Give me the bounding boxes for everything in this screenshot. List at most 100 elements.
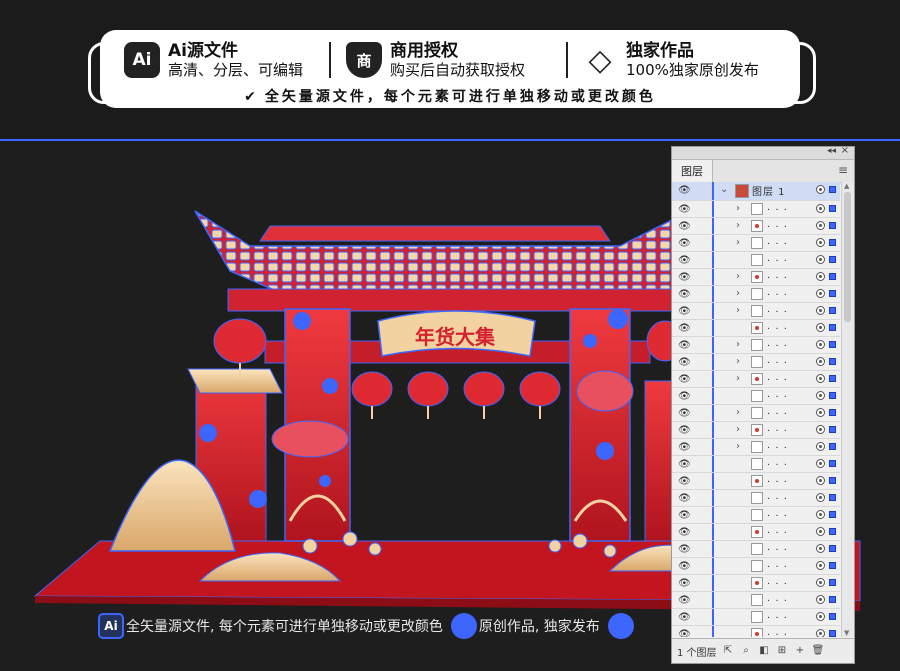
selection-square-icon[interactable] <box>829 511 836 518</box>
new-sublayer-icon[interactable]: ⊞ <box>775 643 789 657</box>
target-circle-icon[interactable] <box>816 340 825 349</box>
target-circle-icon[interactable] <box>816 561 825 570</box>
sublayer-row[interactable]: 👁 › . . . <box>672 422 840 439</box>
expand-arrow-icon[interactable]: › <box>736 288 740 299</box>
target-circle-icon[interactable] <box>816 578 825 587</box>
visibility-eye-icon[interactable]: 👁 <box>678 340 691 351</box>
selection-square-icon[interactable] <box>829 613 836 620</box>
expand-arrow-icon[interactable]: › <box>736 373 740 384</box>
sublayer-row[interactable]: 👁 . . . <box>672 626 840 637</box>
sublayer-row[interactable]: 👁 . . . <box>672 473 840 490</box>
selection-square-icon[interactable] <box>829 545 836 552</box>
expand-arrow-icon[interactable]: › <box>736 356 740 367</box>
sublayer-row[interactable]: 👁 › . . . <box>672 269 840 286</box>
selection-square-icon[interactable] <box>829 273 836 280</box>
scroll-thumb[interactable] <box>844 192 851 322</box>
sublayer-name[interactable]: . . . <box>767 372 788 383</box>
scroll-down-icon[interactable]: ▼ <box>844 629 849 637</box>
sublayer-name[interactable]: . . . <box>767 423 788 434</box>
sublayer-row[interactable]: 👁 › . . . <box>672 303 840 320</box>
new-layer-icon[interactable]: + <box>793 643 807 657</box>
expand-arrow-icon[interactable]: › <box>736 271 740 282</box>
target-circle-icon[interactable] <box>816 544 825 553</box>
layers-list[interactable]: 👁 ⌄ 图层 1 👁 › . . . 👁 › . . . 👁 › . . . 👁 . . . 👁 › . … <box>672 182 840 637</box>
target-circle-icon[interactable] <box>816 357 825 366</box>
target-circle-icon[interactable] <box>816 476 825 485</box>
export-icon[interactable]: ⇱ <box>721 643 735 657</box>
visibility-eye-icon[interactable]: 👁 <box>678 221 691 232</box>
sublayer-row[interactable]: 👁 . . . <box>672 388 840 405</box>
target-circle-icon[interactable] <box>816 442 825 451</box>
selection-square-icon[interactable] <box>829 290 836 297</box>
sublayer-row[interactable]: 👁 . . . <box>672 541 840 558</box>
target-circle-icon[interactable] <box>816 323 825 332</box>
visibility-eye-icon[interactable]: 👁 <box>678 255 691 266</box>
expand-arrow-icon[interactable]: ⌄ <box>720 184 728 195</box>
sublayer-name[interactable]: . . . <box>767 508 788 519</box>
target-circle-icon[interactable] <box>816 493 825 502</box>
selection-square-icon[interactable] <box>829 256 836 263</box>
layers-scrollbar[interactable]: ▲ ▼ <box>841 182 854 637</box>
sublayer-name[interactable]: . . . <box>767 304 788 315</box>
sublayer-name[interactable]: . . . <box>767 559 788 570</box>
visibility-eye-icon[interactable]: 👁 <box>678 442 691 453</box>
selection-square-icon[interactable] <box>829 460 836 467</box>
sublayer-row[interactable]: 👁 . . . <box>672 490 840 507</box>
target-circle-icon[interactable] <box>816 391 825 400</box>
layer-name[interactable]: 图层 1 <box>752 183 786 198</box>
visibility-eye-icon[interactable]: 👁 <box>678 306 691 317</box>
target-circle-icon[interactable] <box>816 289 825 298</box>
visibility-eye-icon[interactable]: 👁 <box>678 391 691 402</box>
sublayer-row[interactable]: 👁 . . . <box>672 524 840 541</box>
target-circle-icon[interactable] <box>816 459 825 468</box>
visibility-eye-icon[interactable]: 👁 <box>678 323 691 334</box>
sublayer-name[interactable]: . . . <box>767 576 788 587</box>
sublayer-name[interactable]: . . . <box>767 627 788 637</box>
panel-titlebar[interactable]: ◂◂ × <box>672 145 854 160</box>
delete-icon[interactable]: 🗑 <box>811 643 825 657</box>
close-panel-icon[interactable]: × <box>841 145 849 156</box>
selection-square-icon[interactable] <box>829 392 836 399</box>
target-circle-icon[interactable] <box>816 221 825 230</box>
visibility-eye-icon[interactable]: 👁 <box>678 476 691 487</box>
visibility-eye-icon[interactable]: 👁 <box>678 578 691 589</box>
sublayer-row[interactable]: 👁 › . . . <box>672 371 840 388</box>
sublayer-name[interactable]: . . . <box>767 593 788 604</box>
sublayer-name[interactable]: . . . <box>767 491 788 502</box>
sublayer-row[interactable]: 👁 › . . . <box>672 201 840 218</box>
selection-square-icon[interactable] <box>829 426 836 433</box>
expand-arrow-icon[interactable]: › <box>736 339 740 350</box>
sublayer-name[interactable]: . . . <box>767 457 788 468</box>
sublayer-name[interactable]: . . . <box>767 219 788 230</box>
sublayer-name[interactable]: . . . <box>767 542 788 553</box>
sublayer-row[interactable]: 👁 . . . <box>672 456 840 473</box>
sublayer-name[interactable]: . . . <box>767 474 788 485</box>
layers-panel[interactable]: ◂◂ × 图层 ≡ 👁 ⌄ 图层 1 👁 › . . . 👁 › . . . 👁 › . . .… <box>671 145 855 664</box>
target-circle-icon[interactable] <box>816 374 825 383</box>
sublayer-name[interactable]: . . . <box>767 253 788 264</box>
selection-square-icon[interactable] <box>829 205 836 212</box>
tab-layers[interactable]: 图层 <box>672 160 713 182</box>
target-circle-icon[interactable] <box>816 185 825 194</box>
target-circle-icon[interactable] <box>816 255 825 264</box>
target-circle-icon[interactable] <box>816 408 825 417</box>
expand-arrow-icon[interactable]: › <box>736 424 740 435</box>
sublayer-name[interactable]: . . . <box>767 406 788 417</box>
visibility-eye-icon[interactable]: 👁 <box>678 408 691 419</box>
scroll-up-icon[interactable]: ▲ <box>844 182 849 190</box>
visibility-eye-icon[interactable]: 👁 <box>678 272 691 283</box>
target-circle-icon[interactable] <box>816 510 825 519</box>
selection-square-icon[interactable] <box>829 375 836 382</box>
clip-mask-icon[interactable]: ◧ <box>757 643 771 657</box>
sublayer-name[interactable]: . . . <box>767 338 788 349</box>
sublayer-name[interactable]: . . . <box>767 389 788 400</box>
visibility-eye-icon[interactable]: 👁 <box>678 544 691 555</box>
sublayer-row[interactable]: 👁 . . . <box>672 609 840 626</box>
expand-arrow-icon[interactable]: › <box>736 237 740 248</box>
sublayer-name[interactable]: . . . <box>767 610 788 621</box>
visibility-eye-icon[interactable]: 👁 <box>678 459 691 470</box>
selection-square-icon[interactable] <box>829 222 836 229</box>
expand-arrow-icon[interactable]: › <box>736 441 740 452</box>
visibility-eye-icon[interactable]: 👁 <box>678 238 691 249</box>
selection-square-icon[interactable] <box>829 358 836 365</box>
